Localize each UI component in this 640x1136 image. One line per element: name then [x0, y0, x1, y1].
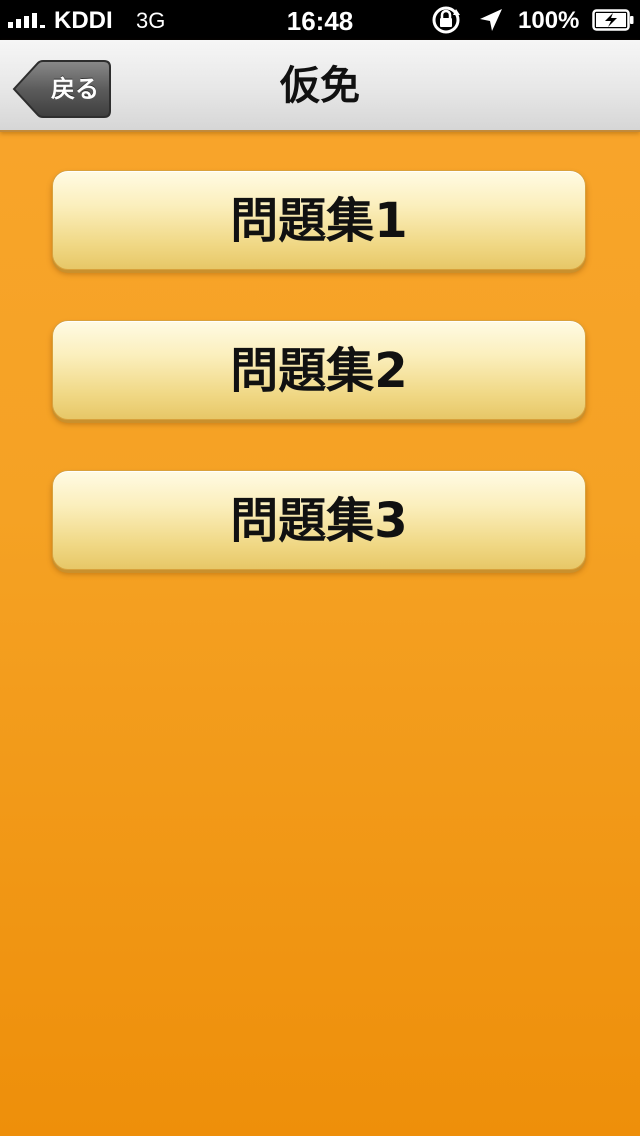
workbook-3-button[interactable]: 問題集3	[52, 470, 586, 570]
rotation-lock-icon	[432, 6, 460, 34]
back-button[interactable]: 戻る	[12, 60, 112, 118]
location-icon	[480, 9, 502, 31]
status-bar: KDDI 3G 16:48 100%	[0, 0, 640, 40]
workbook-2-button[interactable]: 問題集2	[52, 320, 586, 420]
screen: KDDI 3G 16:48 100% 仮免 戻る 問題集1 問題集2 問題集3	[0, 0, 640, 1136]
battery-charging-icon	[592, 9, 634, 31]
battery-percent: 100%	[518, 7, 580, 34]
back-button-label: 戻る	[51, 75, 99, 103]
workbook-1-button[interactable]: 問題集1	[52, 170, 586, 270]
navigation-bar: 仮免 戻る	[0, 40, 640, 132]
